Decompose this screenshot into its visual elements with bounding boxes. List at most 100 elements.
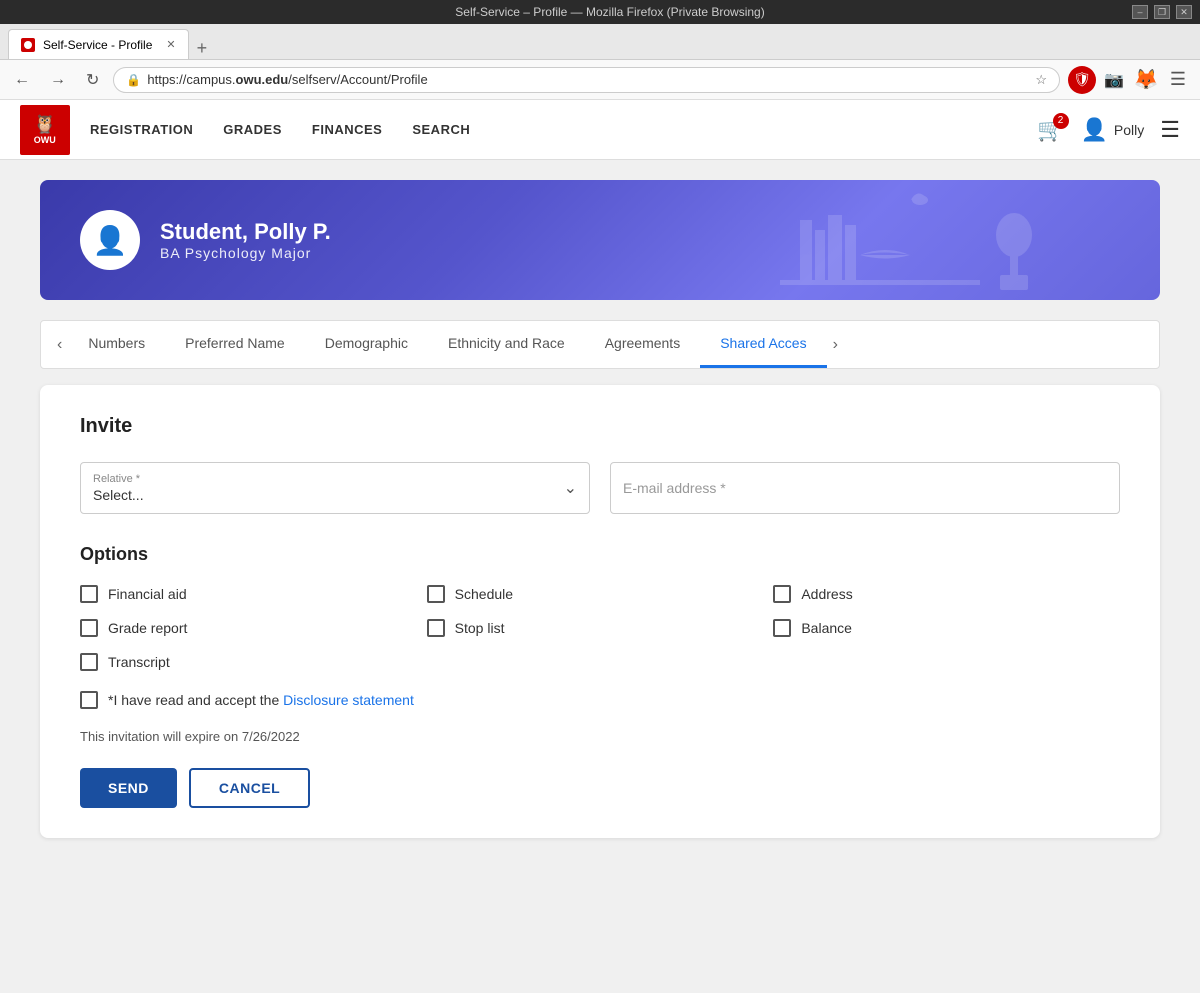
header-right: 🛒 2 👤 Polly ☰ [1037,117,1180,143]
titlebar-title: Self-Service – Profile — Mozilla Firefox… [88,5,1132,19]
option-address: Address [773,585,1120,603]
relative-label: Relative * [93,473,577,485]
active-tab[interactable]: Self-Service - Profile ✕ [8,29,189,59]
tab-close-button[interactable]: ✕ [166,38,175,51]
relative-select[interactable]: Relative * Select... ⌄ [80,462,590,514]
tabs-left-arrow[interactable]: ‹ [51,324,68,366]
options-row-3: Transcript [80,653,1120,671]
url-text: https://campus.owu.edu/selfserv/Account/… [147,72,1029,87]
nav-finances[interactable]: FINANCES [312,122,382,137]
page-content: 👤 Student, Polly P. BA Psychology Major [0,160,1200,858]
option-placeholder-1 [427,653,774,671]
checkbox-balance[interactable] [773,619,791,637]
options-row-1: Financial aid Schedule Address [80,585,1120,603]
new-tab-button[interactable]: + [189,38,216,59]
option-transcript: Transcript [80,653,427,671]
nav-search[interactable]: SEARCH [412,122,470,137]
label-address: Address [801,586,852,602]
app-header: 🦉 OWU REGISTRATION GRADES FINANCES SEARC… [0,100,1200,160]
menu-dots-icon[interactable]: ☰ [1164,66,1192,94]
minimize-button[interactable]: – [1132,5,1148,19]
banner-student-name: Student, Polly P. [160,219,331,245]
main-card: Invite Relative * Select... ⌄ Options F [40,385,1160,838]
checkbox-schedule[interactable] [427,585,445,603]
user-name-label: Polly [1114,122,1144,138]
relative-field: Relative * Select... ⌄ [80,462,590,514]
tab-ethnicity-race[interactable]: Ethnicity and Race [428,321,585,368]
close-button[interactable]: ✕ [1176,5,1192,19]
tab-agreements[interactable]: Agreements [585,321,700,368]
tabs-right-arrow[interactable]: › [827,324,844,366]
user-icon: 👤 [1081,117,1108,143]
invite-form-row: Relative * Select... ⌄ [80,462,1120,514]
option-schedule: Schedule [427,585,774,603]
logo-text: OWU [34,135,56,145]
shield-icon[interactable]: 🛡 [1068,66,1096,94]
user-button[interactable]: 👤 Polly [1081,117,1145,143]
disclosure-static-text: *I have read and accept the [108,692,279,708]
tab-title: Self-Service - Profile [43,38,152,52]
tab-favicon [21,38,35,52]
address-bar[interactable]: 🔒 https://campus.owu.edu/selfserv/Accoun… [113,67,1060,93]
app-logo: 🦉 OWU [20,105,70,155]
cart-button[interactable]: 🛒 2 [1037,117,1064,143]
checkbox-disclosure[interactable] [80,691,98,709]
option-grade-report: Grade report [80,619,427,637]
option-balance: Balance [773,619,1120,637]
disclosure-link[interactable]: Disclosure statement [283,692,414,708]
label-transcript: Transcript [108,654,170,670]
restore-button[interactable]: ❐ [1154,5,1170,19]
profile-banner: 👤 Student, Polly P. BA Psychology Major [40,180,1160,300]
browser-tabbar: Self-Service - Profile ✕ + [0,24,1200,60]
cancel-button[interactable]: CANCEL [189,768,310,808]
lock-icon: 🔒 [126,73,141,87]
tab-numbers[interactable]: Numbers [68,321,165,368]
checkbox-address[interactable] [773,585,791,603]
window-controls[interactable]: – ❐ ✕ [1132,5,1192,19]
cart-badge: 2 [1053,113,1069,129]
invite-title: Invite [80,415,1120,438]
banner-info: Student, Polly P. BA Psychology Major [160,219,331,261]
checkbox-grade-report[interactable] [80,619,98,637]
option-financial-aid: Financial aid [80,585,427,603]
browser-addressbar: ← → ↻ 🔒 https://campus.owu.edu/selfserv/… [0,60,1200,100]
firefox-icon[interactable]: 🦊 [1132,66,1160,94]
hamburger-menu-button[interactable]: ☰ [1160,117,1180,143]
avatar: 👤 [80,210,140,270]
profile-tabs: ‹ Numbers Preferred Name Demographic Eth… [40,320,1160,369]
option-stop-list: Stop list [427,619,774,637]
checkbox-financial-aid[interactable] [80,585,98,603]
expiry-text: This invitation will expire on 7/26/2022 [80,729,1120,744]
forward-button[interactable]: → [44,69,72,91]
bookmark-icon[interactable]: ☆ [1035,72,1047,88]
email-input[interactable] [610,462,1120,514]
nav-grades[interactable]: GRADES [223,122,282,137]
camera-icon[interactable]: 📷 [1100,66,1128,94]
disclosure-row: *I have read and accept the Disclosure s… [80,691,1120,709]
disclosure-text: *I have read and accept the Disclosure s… [108,692,414,708]
label-stop-list: Stop list [455,620,505,636]
tab-preferred-name[interactable]: Preferred Name [165,321,305,368]
browser-titlebar: Self-Service – Profile — Mozilla Firefox… [0,0,1200,24]
checkbox-transcript[interactable] [80,653,98,671]
label-schedule: Schedule [455,586,513,602]
tab-demographic[interactable]: Demographic [305,321,428,368]
nav-registration[interactable]: REGISTRATION [90,122,193,137]
label-grade-report: Grade report [108,620,187,636]
reload-button[interactable]: ↻ [80,68,105,92]
label-financial-aid: Financial aid [108,586,187,602]
email-field [610,462,1120,514]
options-grid: Financial aid Schedule Address Grade rep… [80,585,1120,671]
banner-decoration [700,180,1100,300]
options-title: Options [80,544,1120,565]
browser-extension-icons: 🛡 📷 🦊 ☰ [1068,66,1192,94]
send-button[interactable]: SEND [80,768,177,808]
chevron-down-icon: ⌄ [564,478,577,498]
options-row-2: Grade report Stop list Balance [80,619,1120,637]
banner-student-major: BA Psychology Major [160,245,331,261]
relative-value: Select... [93,487,577,503]
main-nav: REGISTRATION GRADES FINANCES SEARCH [90,122,1037,137]
tab-shared-access[interactable]: Shared Acces [700,321,826,368]
checkbox-stop-list[interactable] [427,619,445,637]
back-button[interactable]: ← [8,69,36,91]
